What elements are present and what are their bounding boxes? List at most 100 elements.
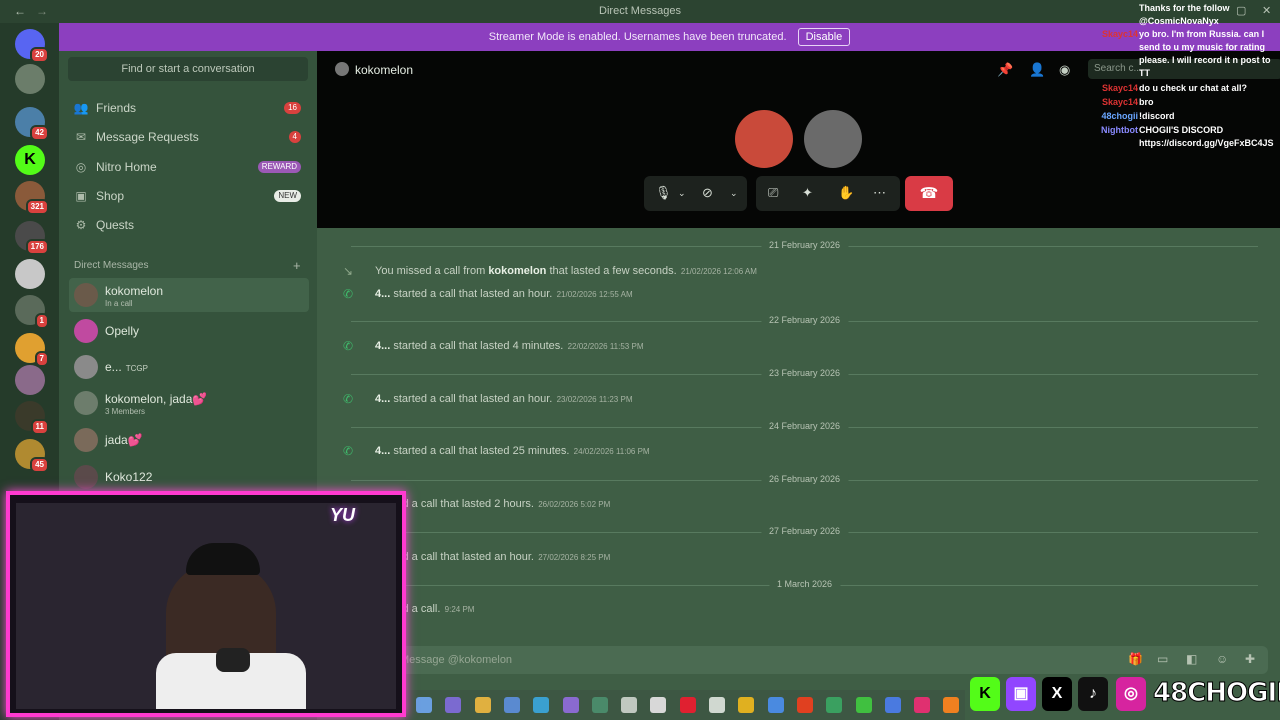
soundboard-icon[interactable]: ✋ — [838, 185, 854, 201]
webcam-overlay: YU — [6, 491, 406, 717]
more-options-icon[interactable]: ⋯ — [873, 185, 886, 201]
taskbar-app-icon[interactable] — [533, 697, 550, 713]
find-conversation-button[interactable]: Find or start a conversation — [68, 57, 308, 81]
date-divider: 1 March 2026 — [351, 579, 1258, 589]
taskbar-app-icon[interactable] — [679, 697, 696, 713]
dm-name: kokomelon, jada💕 — [105, 392, 208, 406]
nav-nitro-home[interactable]: ◎ Nitro Home REWARD — [73, 154, 303, 180]
call-log-message: ✆started a call. 9:24 PM — [343, 602, 1243, 620]
server-badge: 20 — [30, 47, 49, 63]
camera-off-icon[interactable]: ⊘ — [702, 185, 713, 201]
taskbar-app-icon[interactable] — [738, 697, 755, 713]
timestamp: 23/02/2026 11:23 PM — [554, 395, 633, 404]
hang-up-button[interactable]: ☎ — [905, 176, 953, 211]
stream-chat-username: Skayc14 — [1101, 83, 1138, 93]
add-friend-icon[interactable]: 👤 — [1029, 62, 1045, 78]
taskbar-app-icon[interactable] — [445, 697, 462, 713]
sticker-icon[interactable]: ◧ — [1186, 652, 1197, 666]
taskbar-app-icon[interactable] — [855, 697, 872, 713]
nav-message-requests[interactable]: ✉ Message Requests 4 — [73, 124, 303, 150]
server-icon[interactable]: 7 — [15, 333, 49, 367]
nav-friends-label: Friends — [96, 101, 137, 115]
call-log-user[interactable]: kokomelon — [488, 265, 546, 277]
webcam-logo: YU — [330, 505, 356, 525]
nav-message-requests-label: Message Requests — [96, 130, 199, 144]
server-icon[interactable]: 1 — [15, 295, 49, 329]
server-icon[interactable]: 321 — [15, 181, 49, 215]
call-log-text: started a call that lasted 2 hours. 26/0… — [375, 498, 610, 510]
server-icon[interactable]: 20 — [15, 29, 49, 63]
call-log-user[interactable]: 4... — [375, 288, 390, 300]
taskbar-app-icon[interactable] — [709, 697, 725, 713]
taskbar-app-icon[interactable] — [767, 697, 784, 713]
server-icon[interactable]: 176 — [15, 221, 49, 255]
dm-item-group[interactable]: kokomelon, jada💕 3 Members — [69, 386, 309, 420]
gif-icon[interactable]: ▭ — [1157, 652, 1168, 666]
apps-icon[interactable]: ✚ — [1245, 652, 1255, 666]
pin-icon[interactable]: 📌 — [997, 62, 1013, 78]
avatar — [74, 428, 98, 452]
server-icon[interactable]: K — [15, 145, 45, 175]
taskbar-app-icon[interactable] — [503, 697, 520, 713]
create-dm-plus-icon[interactable]: + — [293, 258, 301, 273]
server-icon[interactable] — [15, 365, 45, 395]
date-divider-label: 23 February 2026 — [760, 368, 849, 378]
date-divider: 23 February 2026 — [351, 368, 1258, 378]
chevron-down-icon[interactable]: ⌄ — [730, 188, 738, 199]
stream-chat-text: bro — [1139, 97, 1154, 107]
disable-streamer-mode-button[interactable]: Disable — [797, 28, 851, 46]
taskbar-app-icon[interactable] — [943, 697, 960, 713]
chevron-down-icon[interactable]: ⌄ — [678, 188, 686, 199]
friends-icon: 👥 — [73, 101, 89, 115]
server-icon[interactable]: 45 — [15, 439, 49, 473]
taskbar-app-icon[interactable] — [591, 697, 608, 713]
call-log-detail: started a call that lasted 25 minutes. — [390, 445, 570, 457]
screen-share-icon[interactable]: ⎚ — [768, 185, 778, 201]
emoji-icon[interactable]: ☺ — [1216, 652, 1228, 666]
nav-friends[interactable]: 👥 Friends 16 — [73, 95, 303, 121]
participant-avatar[interactable] — [735, 110, 793, 168]
taskbar-app-icon[interactable] — [826, 697, 843, 713]
call-log-prefix: You missed a call from — [375, 265, 489, 277]
activities-icon[interactable]: ✦ — [802, 185, 813, 201]
taskbar-app-icon[interactable] — [796, 697, 813, 713]
dm-item-kokomelon[interactable]: kokomelon In a call — [69, 278, 309, 312]
dm-status: In a call — [105, 299, 133, 308]
microphone-icon[interactable]: 🎙 — [655, 185, 672, 201]
call-log-user[interactable]: 4... — [375, 445, 390, 457]
nav-quests-label: Quests — [96, 218, 135, 232]
taskbar-app-icon[interactable] — [621, 697, 638, 713]
dm-item-opelly[interactable]: Opelly — [69, 314, 309, 348]
taskbar-app-icon[interactable] — [884, 697, 901, 713]
server-icon[interactable]: 42 — [15, 107, 49, 141]
taskbar-app-icon[interactable] — [914, 697, 931, 713]
dm-activity-tag: TCGP — [125, 364, 148, 373]
call-log-message: ✆ 4... started a call that lasted 25 minu… — [343, 444, 1243, 462]
participant-avatar[interactable] — [804, 110, 862, 168]
avatar — [74, 283, 98, 307]
call-log-user[interactable]: 4... — [375, 340, 390, 352]
profile-icon[interactable]: ◉ — [1059, 62, 1070, 78]
date-divider: 21 February 2026 — [351, 240, 1258, 250]
avatar — [74, 465, 98, 489]
taskbar-app-icon[interactable] — [416, 697, 432, 713]
streamer-handle: 48CHOGII — [1153, 678, 1280, 709]
taskbar-app-icon[interactable] — [562, 697, 579, 713]
nav-quests[interactable]: ⚙ Quests — [73, 212, 303, 238]
nitro-icon: ◎ — [75, 160, 87, 174]
taskbar-app-icon[interactable] — [474, 697, 491, 713]
call-log-user[interactable]: 4... — [375, 393, 390, 405]
taskbar-app-icon[interactable] — [650, 697, 667, 713]
dm-item-koko122[interactable]: Koko122 — [69, 460, 309, 494]
server-icon[interactable] — [15, 64, 45, 94]
stream-chat-username: 48chogii — [1101, 111, 1138, 121]
dm-item-jada[interactable]: jada💕 — [69, 423, 309, 457]
date-divider: 24 February 2026 — [351, 421, 1258, 431]
server-icon[interactable] — [15, 259, 45, 289]
gift-icon[interactable]: 🎁 — [1128, 652, 1143, 666]
call-log-message: ✆ 4... started a call that lasted an hour… — [343, 287, 1243, 305]
server-icon[interactable]: 11 — [15, 401, 49, 435]
call-log-text: 4... started a call that lasted an hour.… — [375, 393, 632, 405]
nav-shop[interactable]: ▣ Shop NEW — [73, 183, 303, 209]
dm-item-e[interactable]: e... TCGP — [69, 350, 309, 384]
